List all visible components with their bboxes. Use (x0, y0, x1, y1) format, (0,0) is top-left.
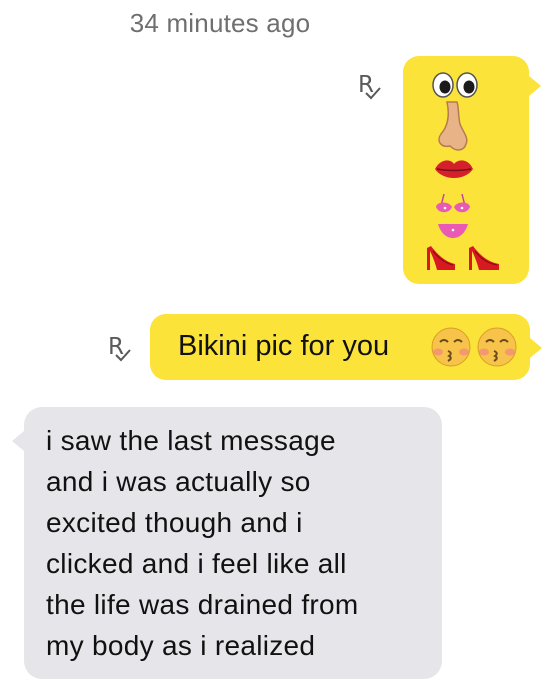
message-line: the life was drained from (46, 589, 359, 620)
checkmark-icon (115, 349, 131, 362)
read-receipt-icon: R (358, 74, 388, 108)
timestamp: 34 minutes ago (129, 8, 311, 38)
high-heels-emoji (427, 246, 499, 270)
message-line: excited though and i (46, 507, 303, 538)
message-text: Bikini pic for you (178, 330, 390, 362)
checkmark-icon (365, 87, 381, 100)
lips-emoji (435, 160, 473, 178)
nose-emoji (438, 101, 468, 151)
message-line: and i was actually so (46, 466, 311, 497)
kissing-face-emoji (431, 327, 471, 367)
outgoing-message-bubble[interactable]: Bikini pic for you (150, 314, 542, 380)
kissing-face-emoji (477, 327, 517, 367)
emoji-message-bubble[interactable] (403, 56, 541, 284)
read-receipt-icon: R (108, 336, 138, 370)
incoming-message-bubble[interactable]: i saw the last message and i was actuall… (12, 407, 442, 679)
emoji-stack (427, 72, 499, 270)
message-line: clicked and i feel like all (46, 548, 347, 579)
message-line: my body as i realized (46, 630, 316, 661)
eyes-emoji (432, 72, 478, 98)
message-line: i saw the last message (46, 425, 336, 456)
bikini-emoji (436, 193, 470, 238)
